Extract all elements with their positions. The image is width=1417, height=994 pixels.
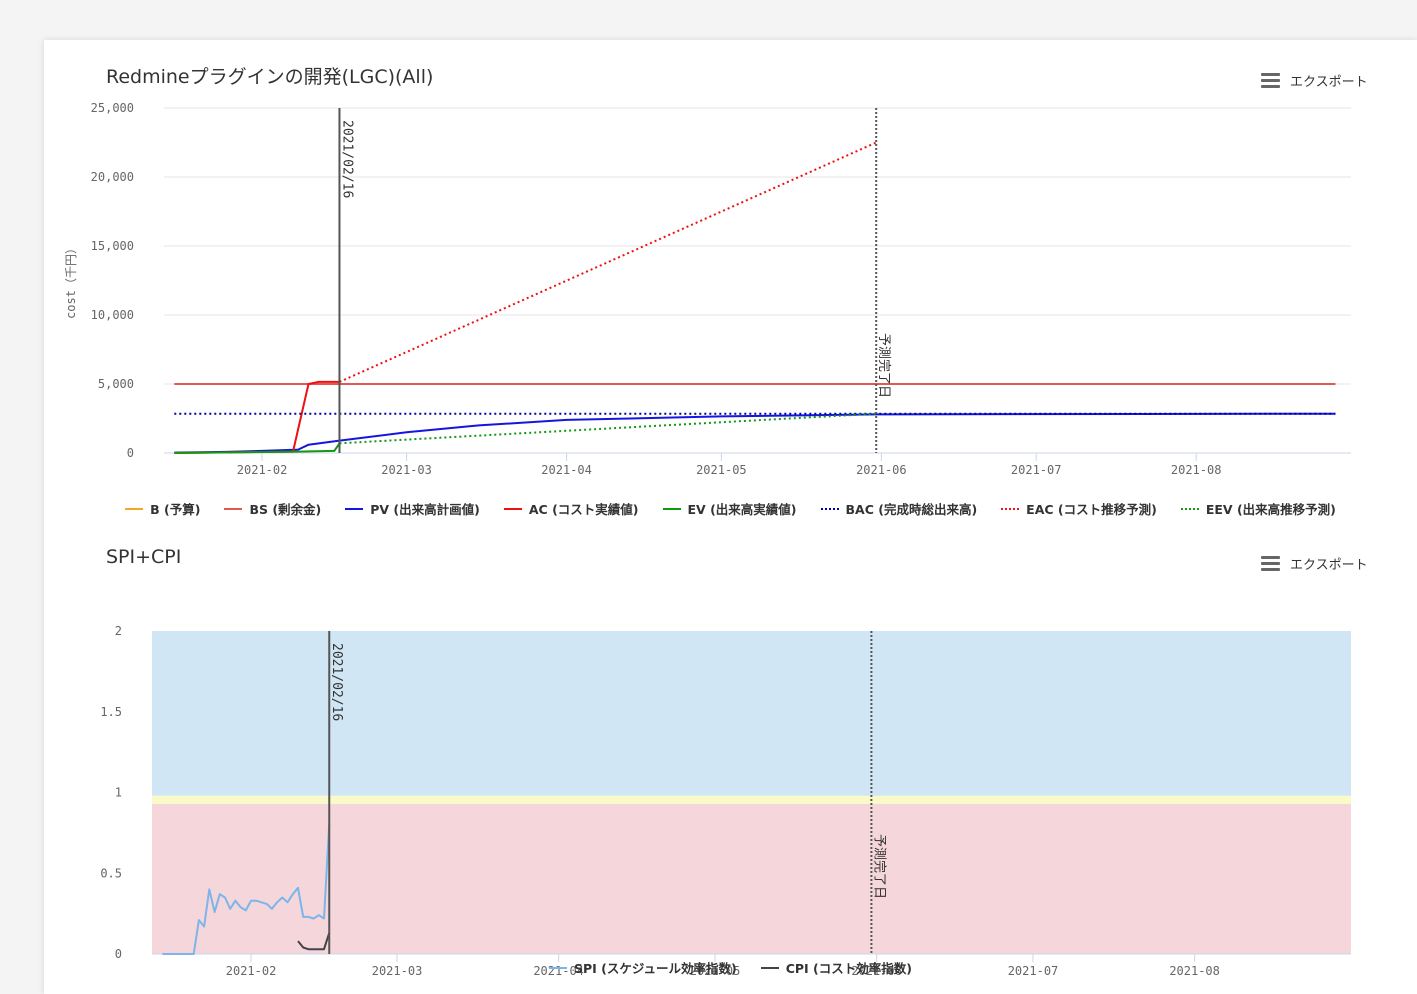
spi-cpi-legend: SPI (スケジュール効率指数) CPI (コスト効率指数) [44, 958, 1417, 977]
y-tick-label: 5,000 [98, 377, 134, 391]
legend-swatch [1001, 507, 1020, 510]
evm-legend: B (予算) BS (剰余金) PV (出来高計画値) AC (コスト実績値) EV (… [44, 499, 1417, 518]
x-tick-label: 2021-06 [856, 463, 907, 477]
x-tick-label: 2021-08 [1171, 463, 1222, 477]
legend-label: EAC (コスト推移予測) [1026, 502, 1157, 517]
y-tick-label: 1 [115, 786, 122, 800]
y-axis-title: cost（千円） [64, 242, 78, 319]
legend-label: BS (剰余金) [249, 502, 322, 517]
plot-band [152, 795, 1351, 804]
y-tick-label: 0.5 [100, 866, 122, 880]
legend-label: BAC (完成時総出来高) [845, 502, 978, 517]
evm-plot: 0 5,000 10,000 15,000 20,000 25,000 2021-02 202… [64, 101, 1351, 477]
plot-line-label: 予測完了日 [871, 834, 886, 899]
legend-item[interactable]: CPI (コスト効率指数) [760, 958, 912, 977]
evm-chart: Redmineプラグインの開発(LGC)(All) エクスポート 0 5,000 1… [44, 40, 1417, 530]
series-line[interactable] [174, 380, 340, 454]
plot-line-label: 2021/02/16 [339, 120, 354, 198]
x-tick-label: 2021-04 [541, 463, 592, 477]
x-tick-label: 2021-07 [1011, 463, 1062, 477]
y-tick-label: 1.5 [100, 705, 122, 719]
legend-swatch [760, 966, 779, 969]
y-tick-label: 15,000 [91, 239, 134, 253]
legend-label: AC (コスト実績値) [528, 502, 639, 517]
legend-item[interactable]: BAC (完成時総出来高) [820, 499, 978, 518]
legend-swatch [224, 507, 243, 510]
plot-line-label: 予測完了日 [876, 333, 891, 398]
y-tick-label: 0 [127, 446, 134, 460]
legend-label: PV (出来高計画値) [370, 502, 480, 517]
legend-label: EV (出来高実績値) [687, 502, 797, 517]
legend-item[interactable]: EAC (コスト推移予測) [1001, 499, 1157, 518]
legend-swatch [1180, 507, 1199, 510]
legend-item[interactable]: SPI (スケジュール効率指数) [549, 958, 737, 977]
spi-cpi-chart: SPI+CPI エクスポート 0 0.5 1 1.5 2 2021-02 2021-03 20… [44, 535, 1417, 994]
legend-label: EEV (出来高推移予測) [1205, 502, 1336, 517]
y-tick-label: 2 [115, 624, 122, 638]
y-tick-label: 20,000 [91, 170, 134, 184]
legend-item[interactable]: BS (剰余金) [224, 499, 321, 518]
y-tick-label: 10,000 [91, 308, 134, 322]
legend-label: SPI (スケジュール効率指数) [574, 961, 737, 976]
legend-swatch [662, 507, 681, 510]
legend-label: B (予算) [150, 502, 201, 517]
legend-label: CPI (コスト効率指数) [785, 961, 912, 976]
legend-item[interactable]: EEV (出来高推移予測) [1180, 499, 1336, 518]
plot-line-label: 2021/02/16 [329, 643, 344, 721]
legend-swatch [820, 507, 839, 510]
legend-swatch [503, 507, 522, 510]
legend-swatch [549, 966, 567, 969]
x-tick-label: 2021-02 [237, 463, 288, 477]
legend-item[interactable]: AC (コスト実績値) [503, 499, 639, 518]
y-tick-label: 25,000 [91, 101, 134, 115]
legend-item[interactable]: B (予算) [125, 499, 200, 518]
x-tick-label: 2021-05 [696, 463, 747, 477]
legend-swatch [125, 507, 144, 510]
legend-swatch [345, 507, 364, 510]
spi-cpi-plot: 00.511.522021-02 2021-03 2021-04 2021-05 202… [100, 624, 1351, 978]
series-line[interactable] [339, 141, 877, 383]
x-tick-label: 2021-03 [381, 463, 432, 477]
legend-item[interactable]: PV (出来高計画値) [345, 499, 480, 518]
legend-item[interactable]: EV (出来高実績値) [662, 499, 797, 518]
plot-band [152, 803, 1351, 954]
chart-card: Redmineプラグインの開発(LGC)(All) エクスポート 0 5,000 1… [44, 40, 1417, 994]
